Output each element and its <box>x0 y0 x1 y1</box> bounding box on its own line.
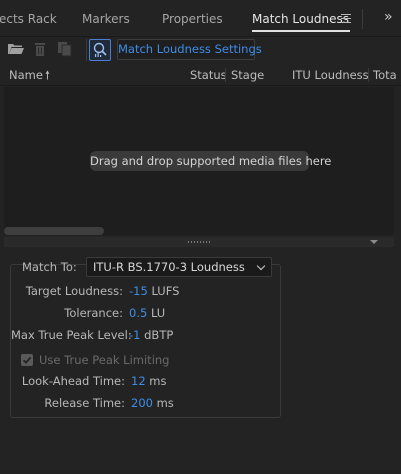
release-time-unit: ms <box>156 396 174 410</box>
horizontal-scrollbar[interactable] <box>4 227 104 235</box>
match-to-dropdown[interactable]: ITU-R BS.1770-3 Loudness <box>86 257 272 277</box>
drop-hint-label: Drag and drop supported media files here <box>90 151 331 171</box>
true-peak-limiting-checkbox[interactable] <box>21 354 33 366</box>
tab-overflow-icon[interactable]: » <box>384 9 393 25</box>
panel-splitter[interactable] <box>4 237 394 247</box>
match-loudness-settings-button[interactable]: Match Loudness Settings <box>117 39 262 60</box>
toolbar: Match Loudness Settings <box>0 37 401 62</box>
look-ahead-time-value[interactable]: 12 <box>131 374 146 388</box>
column-divider <box>225 68 226 82</box>
look-ahead-time-unit: ms <box>149 374 167 388</box>
true-peak-limiting-label: Use True Peak Limiting <box>39 353 170 367</box>
sort-ascending-icon: 🠕 <box>44 68 50 82</box>
open-folder-icon[interactable] <box>7 40 25 58</box>
column-divider <box>368 68 369 82</box>
toolbar-divider <box>86 39 87 61</box>
active-tab-indicator <box>252 30 350 32</box>
look-ahead-time-label: Look-Ahead Time: <box>21 374 125 388</box>
panel-tab-bar: ects Rack Markers Properties Match Loudn… <box>0 0 401 37</box>
tolerance-unit: LU <box>150 306 166 320</box>
list-edge <box>394 87 401 235</box>
tab-match-loudness[interactable]: Match Loudness <box>252 12 349 26</box>
checkmark-icon <box>22 356 32 364</box>
file-list-header: Name 🠕 Status Stage ITU Loudness Tota <box>0 62 401 86</box>
tolerance-label: Tolerance: <box>64 306 123 320</box>
scan-icon <box>93 42 107 57</box>
match-to-selected-value: ITU-R BS.1770-3 Loudness <box>93 260 245 274</box>
scan-loudness-button[interactable] <box>89 39 111 61</box>
chevron-down-icon <box>256 261 266 271</box>
target-loudness-unit: LUFS <box>151 284 180 298</box>
tab-properties[interactable]: Properties <box>162 12 223 26</box>
column-total[interactable]: Tota <box>373 68 397 82</box>
column-name[interactable]: Name 🠕 <box>9 68 50 87</box>
tab-divider <box>362 9 363 29</box>
max-true-peak-unit: dBTP <box>144 328 174 342</box>
column-stage[interactable]: Stage <box>231 68 264 82</box>
target-loudness-value[interactable]: -15 <box>129 284 148 298</box>
tab-markers[interactable]: Markers <box>82 12 130 26</box>
tab-effects-rack[interactable]: ects Rack <box>0 12 57 26</box>
max-true-peak-label: Max True Peak Level: <box>11 328 132 342</box>
duplicate-icon[interactable] <box>56 40 74 58</box>
column-status[interactable]: Status <box>190 68 227 82</box>
collapse-arrow-icon[interactable] <box>370 240 378 244</box>
max-true-peak-value[interactable]: -1 <box>129 328 140 342</box>
column-itu-loudness[interactable]: ITU Loudness <box>292 68 369 82</box>
loudness-settings-group: Match To: ITU-R BS.1770-3 Loudness Targe… <box>10 257 281 418</box>
match-to-label: Match To: <box>22 260 77 274</box>
panel-menu-icon[interactable] <box>341 14 351 23</box>
tolerance-value[interactable]: 0.5 <box>129 306 147 320</box>
file-list-drop-zone[interactable]: Drag and drop supported media files here <box>4 87 394 235</box>
release-time-label: Release Time: <box>44 396 125 410</box>
delete-icon[interactable] <box>31 40 49 58</box>
release-time-value[interactable]: 200 <box>131 396 153 410</box>
target-loudness-label: Target Loudness: <box>25 284 123 298</box>
drag-grip-icon[interactable] <box>188 241 210 243</box>
